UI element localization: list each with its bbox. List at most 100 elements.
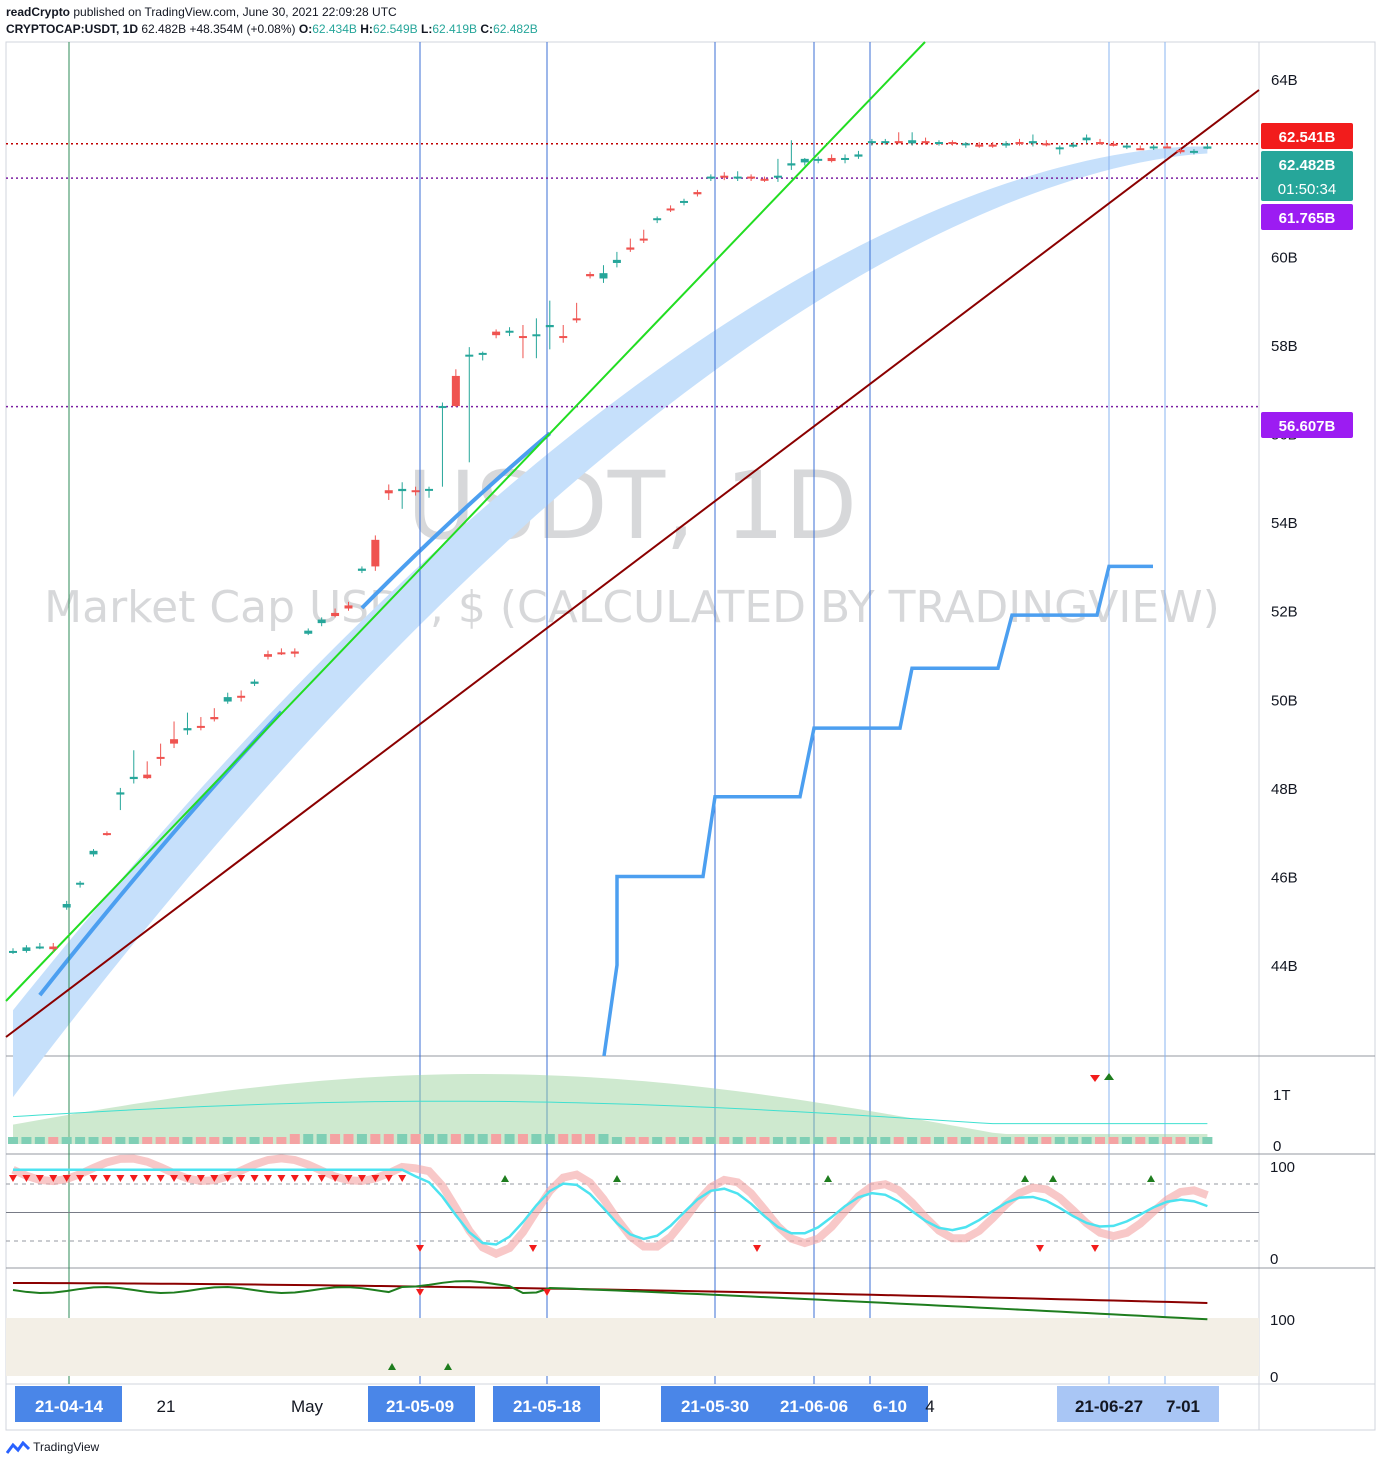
candle-body xyxy=(1015,142,1024,145)
candle xyxy=(505,327,514,337)
volume-bar xyxy=(48,1137,59,1144)
candle xyxy=(1082,134,1091,144)
volume-bar xyxy=(638,1137,649,1144)
volume-bar xyxy=(115,1137,126,1144)
osc-signal-up xyxy=(824,1175,832,1182)
candle xyxy=(102,831,111,836)
candle xyxy=(733,171,742,182)
candle xyxy=(773,158,782,182)
x-tick-label: 21 xyxy=(157,1397,176,1416)
candle xyxy=(626,238,635,252)
candle xyxy=(693,189,702,197)
osc-signal-down xyxy=(129,1175,138,1182)
volume-bar xyxy=(692,1137,703,1144)
candle xyxy=(518,324,527,359)
volume-bar xyxy=(303,1134,314,1144)
volume-bar xyxy=(719,1137,730,1144)
volume-bar xyxy=(1068,1137,1079,1144)
candle xyxy=(747,174,756,182)
volume-bar xyxy=(491,1134,502,1144)
y-tick-label: 60B xyxy=(1271,249,1298,266)
volume-bar xyxy=(598,1134,609,1144)
volume-tick: 1T xyxy=(1273,1087,1291,1104)
candle xyxy=(854,150,863,159)
volume-bar xyxy=(866,1137,877,1144)
tradingview-icon xyxy=(5,1440,31,1454)
volume-bar xyxy=(209,1137,220,1144)
volume-bar xyxy=(746,1137,757,1144)
volume-bar xyxy=(410,1134,421,1144)
candle-body xyxy=(961,143,970,146)
candle-body xyxy=(425,488,434,491)
candle-body xyxy=(49,946,58,950)
volume-bar xyxy=(504,1134,515,1144)
volume-bar xyxy=(558,1134,569,1144)
x-tick-label: 4 xyxy=(925,1397,934,1416)
candle-body xyxy=(263,654,272,657)
candle-body xyxy=(908,140,917,144)
tradingview-logo[interactable]: TradingView xyxy=(5,1440,99,1455)
volume-bar xyxy=(1041,1137,1052,1144)
volume-bar xyxy=(947,1137,958,1144)
candle-body xyxy=(854,154,863,157)
candle xyxy=(559,324,568,343)
candle xyxy=(841,154,850,164)
volume-bar xyxy=(450,1134,461,1144)
volume-bar xyxy=(960,1137,971,1144)
x-tick-label: 21-05-30 xyxy=(681,1397,749,1416)
volume-signal-up xyxy=(1104,1073,1114,1080)
candle-body xyxy=(934,142,943,145)
price-label: 61.765B xyxy=(1261,204,1353,230)
osc-signal-down xyxy=(102,1175,111,1182)
candle-body xyxy=(827,157,836,162)
chart-canvas[interactable]: USDT, 1D Market Cap USDT, $ (CALCULATED … xyxy=(0,0,1382,1467)
candle xyxy=(1203,143,1212,150)
volume-bar xyxy=(437,1134,448,1144)
candle xyxy=(787,140,796,170)
volume-bar xyxy=(1081,1137,1092,1144)
candle xyxy=(1109,141,1118,147)
candle-body xyxy=(612,259,621,263)
volume-bar xyxy=(853,1137,864,1144)
y-tick-label: 48B xyxy=(1271,781,1298,798)
candle-body xyxy=(237,695,246,698)
candle-body xyxy=(814,158,823,161)
candle-body xyxy=(344,605,353,609)
volume-bar xyxy=(665,1137,676,1144)
candle-body xyxy=(1203,146,1212,149)
volume-bar xyxy=(34,1137,45,1144)
candle-body xyxy=(22,947,31,951)
candle-body xyxy=(62,903,71,908)
x-tick-label: 21-06-06 xyxy=(780,1397,848,1416)
candle-body xyxy=(639,238,648,241)
volume-area xyxy=(13,1074,1208,1144)
osc-signal-down xyxy=(156,1175,165,1182)
candle-body xyxy=(143,774,152,779)
candle xyxy=(156,743,165,766)
volume-bar xyxy=(1148,1137,1159,1144)
price-label-text: 56.607B xyxy=(1279,418,1336,435)
candle-body xyxy=(921,141,930,144)
volume-bar xyxy=(75,1137,86,1144)
volume-bar xyxy=(1108,1137,1119,1144)
candle xyxy=(1055,145,1064,155)
osc-signal-up xyxy=(1021,1175,1029,1182)
volume-bar xyxy=(316,1134,327,1144)
volume-bar xyxy=(477,1134,488,1144)
candle-body xyxy=(881,141,890,144)
candle-body xyxy=(1163,146,1172,149)
candle-body xyxy=(102,833,111,836)
candle-body xyxy=(666,208,675,211)
candle xyxy=(129,750,138,784)
candle-body xyxy=(747,176,756,179)
candle-body xyxy=(1069,144,1078,147)
candle-body xyxy=(304,630,313,634)
candle-body xyxy=(129,776,138,780)
volume-bar xyxy=(987,1137,998,1144)
candle xyxy=(143,761,152,780)
candle xyxy=(398,482,407,509)
x-tick-label: May xyxy=(291,1397,324,1416)
candle-body xyxy=(331,612,340,617)
volume-bar xyxy=(236,1137,247,1144)
volume-bar xyxy=(679,1137,689,1144)
